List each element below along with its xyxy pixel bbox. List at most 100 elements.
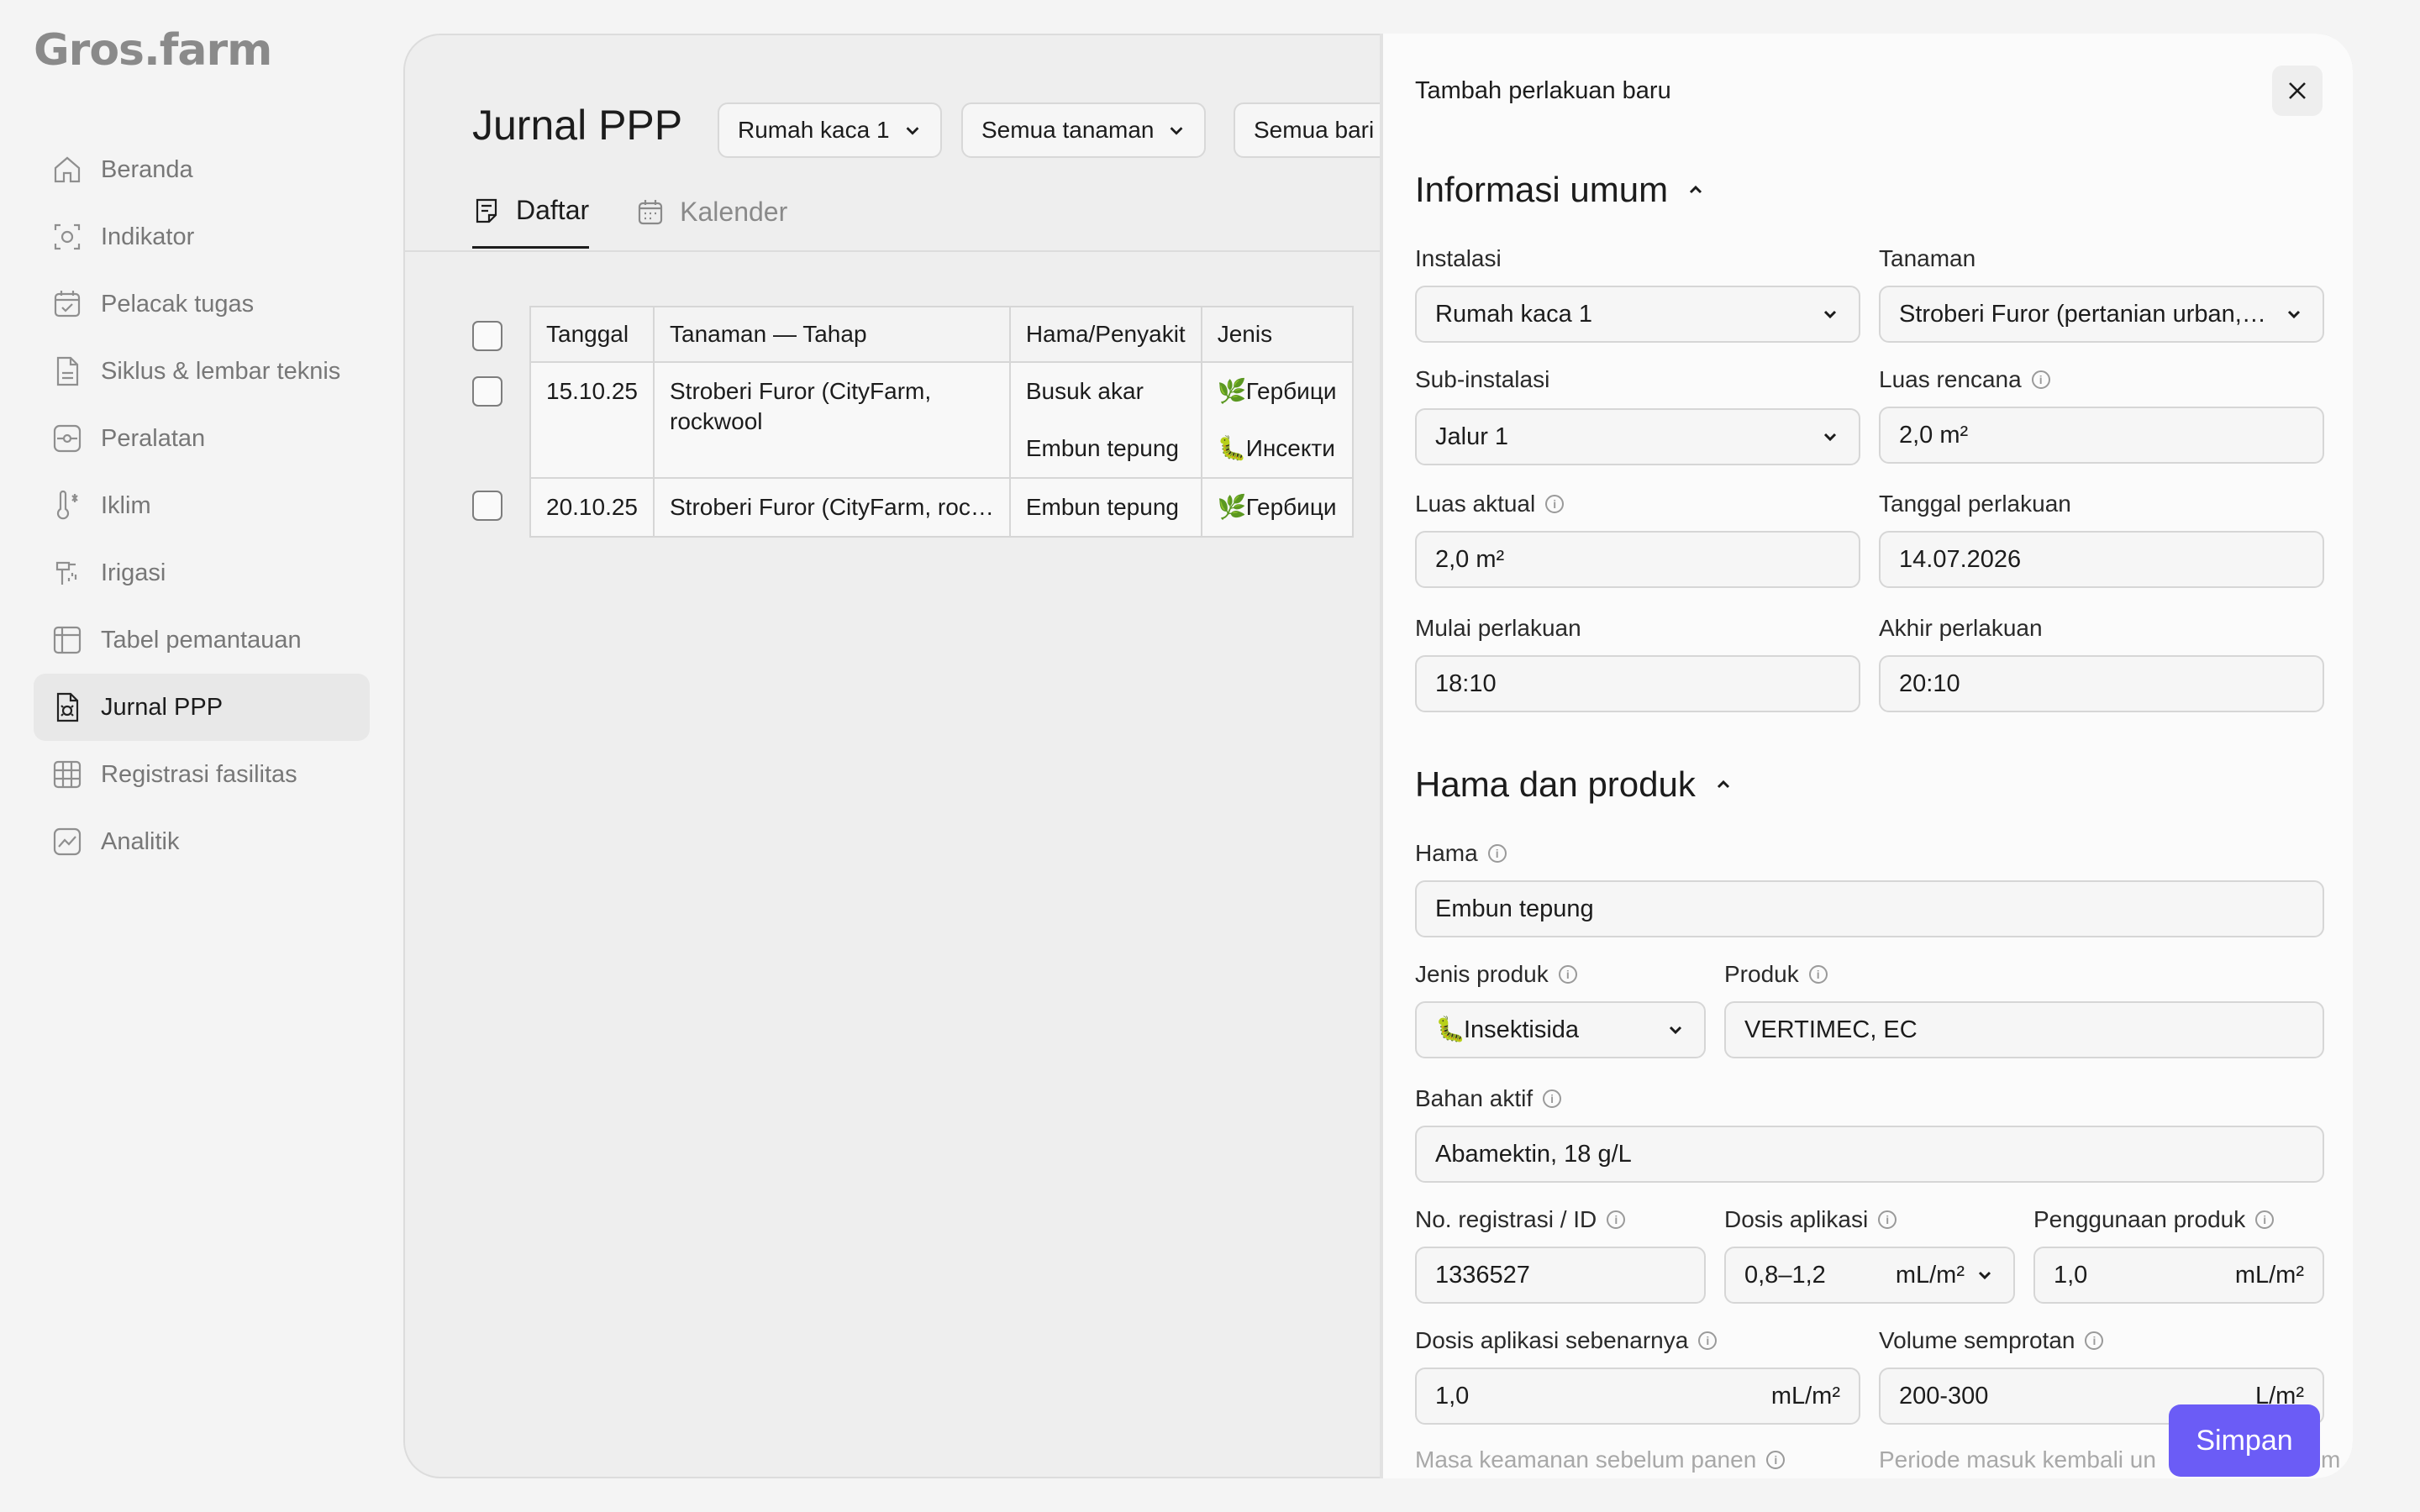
grid-icon [50, 758, 84, 791]
mulai-label: Mulai perlakuan [1415, 615, 1581, 641]
luas-rencana-input[interactable]: 2,0 m² [1879, 407, 2324, 464]
column-header[interactable]: Jenis [1200, 306, 1354, 363]
column-header[interactable]: Tanaman — Tahap [653, 306, 1011, 363]
dosis-input[interactable]: 0,8–1,2 mL/m² [1724, 1247, 2015, 1304]
document-icon [50, 354, 84, 388]
tanggal-label: Tanggal perlakuan [1879, 491, 2071, 517]
luas-rencana-label: Luas rencana i [1879, 366, 2050, 393]
field-value: Jalur 1 [1435, 423, 1509, 450]
dosis-sebenarnya-input[interactable]: 1,0 mL/m² [1415, 1368, 1860, 1425]
tab-kalender[interactable]: Kalender [636, 195, 787, 249]
info-icon[interactable]: i [2085, 1331, 2104, 1350]
info-icon[interactable]: i [1543, 1089, 1562, 1108]
cell-text: Stroberi Furor (CityFarm, [670, 378, 932, 404]
tanggal-input[interactable]: 14.07.2026 [1879, 531, 2324, 588]
chevron-down-icon [1171, 127, 1183, 135]
sidebar-item-beranda[interactable]: Beranda [34, 136, 370, 203]
sidebar-item-label: Beranda [101, 155, 193, 183]
bahan-aktif-input[interactable]: Abamektin, 18 g/L [1415, 1126, 2324, 1183]
sidebar-item-iklim[interactable]: Iklim [34, 472, 370, 539]
info-icon[interactable]: i [1808, 965, 1828, 984]
info-icon[interactable]: i [1487, 844, 1507, 863]
bug-icon: 🐛 [1435, 1016, 1466, 1043]
tanaman-select[interactable]: Stroberi Furor (pertanian urban,… [1879, 286, 2324, 343]
hama-input[interactable]: Embun tepung [1415, 880, 2324, 937]
section-title: Hama dan produk [1415, 764, 1696, 804]
indicator-icon [50, 220, 84, 254]
penggunaan-input[interactable]: 1,0 mL/m² [2033, 1247, 2324, 1304]
sidebar-item-registrasi-fasilitas[interactable]: Registrasi fasilitas [34, 741, 370, 808]
sidebar-item-siklus[interactable]: Siklus & lembar teknis [34, 338, 370, 405]
sidebar-item-analitik[interactable]: Analitik [34, 808, 370, 875]
add-treatment-drawer: Tambah perlakuan baru Informasi umum Ins… [1380, 34, 2353, 1478]
info-icon[interactable]: i [1878, 1210, 1897, 1229]
section-title: Informasi umum [1415, 170, 1669, 209]
luas-aktual-input[interactable]: 2,0 m² [1415, 531, 1860, 588]
filter-crop-dropdown[interactable]: Semua tanaman [961, 102, 1207, 158]
produk-input[interactable]: VERTIMEC, EC [1724, 1001, 2324, 1058]
sidebar-nav: Beranda Indikator Pelacak tugas Siklus &… [34, 136, 370, 875]
label-text: Volume semprotan [1879, 1327, 2075, 1353]
info-icon[interactable]: i [1698, 1331, 1718, 1350]
tab-daftar[interactable]: Daftar [472, 195, 590, 249]
table-row[interactable]: 15.10.25 Stroberi Furor (CityFarm, rockw… [529, 361, 1354, 479]
info-icon[interactable]: i [1766, 1451, 1786, 1469]
cell-text: Busuk akar [1025, 378, 1144, 404]
row-checkbox[interactable] [472, 491, 502, 521]
leaf-icon: 🌿 [1217, 494, 1247, 520]
unit-label: mL/m² [2234, 1261, 2304, 1289]
sidebar-item-label: Analitik [101, 827, 180, 855]
sub-instalasi-label: Sub-instalasi [1415, 366, 1550, 392]
close-button[interactable] [2272, 66, 2323, 116]
sidebar-item-indikator[interactable]: Indikator [34, 203, 370, 270]
analytics-icon [50, 825, 84, 858]
chevron-down-icon [1823, 433, 1837, 442]
info-icon[interactable]: i [1545, 495, 1565, 513]
select-all-checkbox[interactable] [472, 321, 502, 351]
label-text: Produk [1724, 961, 1799, 987]
label-text: m [2320, 1446, 2341, 1473]
crop-cell: Stroberi Furor (CityFarm, rockwool [653, 361, 1011, 479]
instalasi-select[interactable]: Rumah kaca 1 [1415, 286, 1860, 343]
table-icon [50, 623, 84, 657]
field-value: Rumah kaca 1 [1435, 300, 1592, 328]
mulai-input[interactable]: 18:10 [1415, 655, 1860, 712]
cell-text: 15.10.25 [546, 378, 638, 404]
cell-text: Embun tepung [1025, 435, 1179, 461]
jenis-produk-select[interactable]: 🐛 Insektisida [1415, 1001, 1706, 1058]
unit-select[interactable]: mL/m² [1896, 1262, 1965, 1289]
sidebar-item-peralatan[interactable]: Peralatan [34, 405, 370, 472]
label-text: Penggunaan produk [2033, 1206, 2246, 1232]
view-tabs: Daftar Kalender [472, 195, 834, 249]
info-icon[interactable]: i [1558, 965, 1577, 984]
info-icon[interactable]: i [1607, 1210, 1626, 1229]
filter-installation-dropdown[interactable]: Rumah kaca 1 [718, 102, 942, 158]
luas-aktual-label: Luas aktual i [1415, 491, 1565, 517]
sidebar-item-label: Tabel pemantauan [101, 626, 302, 654]
column-header[interactable]: Tanggal [529, 306, 655, 363]
bug-icon: 🐛 [1217, 435, 1247, 461]
table-row[interactable]: 20.10.25 Stroberi Furor (CityFarm, roc… … [529, 477, 1354, 538]
sidebar-item-label: Pelacak tugas [101, 290, 255, 318]
info-icon[interactable]: i [2031, 370, 2050, 389]
akhir-input[interactable]: 20:10 [1879, 655, 2324, 712]
no-registrasi-input[interactable]: 1336527 [1415, 1247, 1706, 1304]
field-value: Abamektin, 18 g/L [1435, 1140, 1632, 1168]
row-checkbox[interactable] [472, 376, 502, 407]
tab-label: Kalender [680, 196, 788, 227]
section-general-info[interactable]: Informasi umum [1415, 170, 1705, 210]
label-text: Jenis produk [1415, 961, 1549, 987]
column-header[interactable]: Hama/Penyakit [1008, 306, 1202, 363]
save-button[interactable]: Simpan [2169, 1404, 2320, 1477]
type-cell: 🌿Гербици 🐛Инсекти [1200, 361, 1354, 479]
dosis-sebenarnya-label: Dosis aplikasi sebenarnya i [1415, 1327, 1718, 1354]
sidebar-item-jurnal-ppp[interactable]: Jurnal PPP [34, 674, 370, 741]
sidebar-item-tabel-pemantauan[interactable]: Tabel pemantauan [34, 606, 370, 674]
info-icon[interactable]: i [2255, 1210, 2275, 1229]
cell-text: Embun tepung [1025, 494, 1179, 520]
sidebar-item-irigasi[interactable]: Irigasi [34, 539, 370, 606]
field-value: Stroberi Furor (pertanian urban,… [1899, 300, 2266, 328]
section-pest-product[interactable]: Hama dan produk [1415, 764, 1733, 805]
sub-instalasi-select[interactable]: Jalur 1 [1415, 408, 1860, 465]
sidebar-item-pelacak-tugas[interactable]: Pelacak tugas [34, 270, 370, 338]
